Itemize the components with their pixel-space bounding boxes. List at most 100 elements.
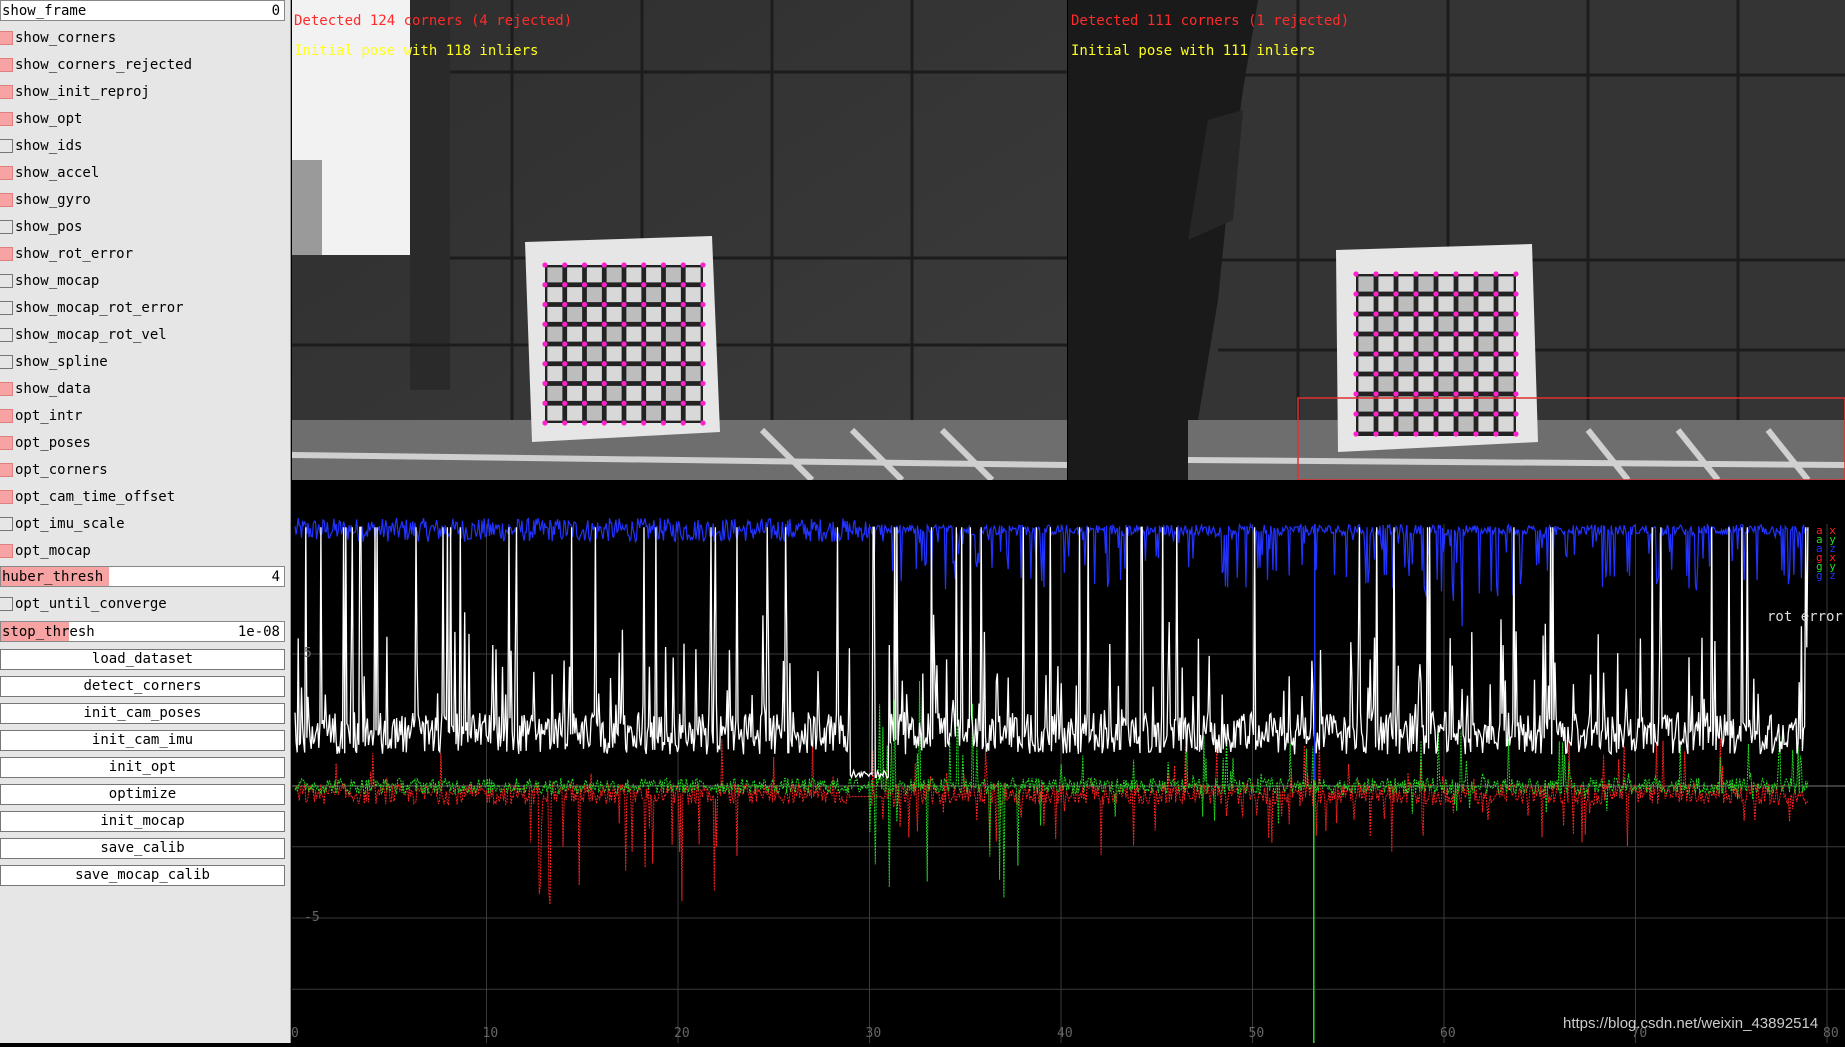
checkbox-box[interactable] xyxy=(0,58,13,72)
checkbox-show-data[interactable]: show_data xyxy=(0,379,285,400)
checkbox-opt-mocap[interactable]: opt_mocap xyxy=(0,541,285,562)
board-tag xyxy=(586,287,602,303)
corner-marker xyxy=(542,321,548,327)
checkbox-box[interactable] xyxy=(0,382,13,396)
checkbox-show-rot-error[interactable]: show_rot_error xyxy=(0,244,285,265)
board-tag xyxy=(646,287,662,303)
checkbox-box[interactable] xyxy=(0,85,13,99)
checkbox-show-mocap[interactable]: show_mocap xyxy=(0,271,285,292)
corner-marker xyxy=(1493,271,1499,277)
board-tag xyxy=(1498,296,1514,312)
checkbox-label: show_data xyxy=(15,381,91,397)
board-tag xyxy=(1358,296,1374,312)
board-tag xyxy=(1398,316,1414,332)
board-tag xyxy=(685,287,701,303)
board-tag xyxy=(1358,356,1374,372)
corner-marker xyxy=(1513,391,1519,397)
save-mocap-calib-button[interactable]: save_mocap_calib xyxy=(0,865,285,886)
checkbox-show-gyro[interactable]: show_gyro xyxy=(0,190,285,211)
board-tag xyxy=(626,385,642,401)
init-cam-poses-button[interactable]: init_cam_poses xyxy=(0,703,285,724)
corner-marker xyxy=(562,400,568,406)
checkbox-label: opt_imu_scale xyxy=(15,516,125,532)
corner-marker xyxy=(581,321,588,327)
board-tag xyxy=(1418,296,1434,312)
checkbox-show-ids[interactable]: show_ids xyxy=(0,136,285,157)
checkbox-show-mocap-rot-vel[interactable]: show_mocap_rot_vel xyxy=(0,325,285,346)
init-mocap-button[interactable]: init_mocap xyxy=(0,811,285,832)
checkbox-box[interactable] xyxy=(0,517,13,531)
plot-canvas xyxy=(292,517,1845,1043)
show-frame-field[interactable]: show_frame 0 xyxy=(0,0,285,21)
checkbox-opt-corners[interactable]: opt_corners xyxy=(0,460,285,481)
init-opt-button[interactable]: init_opt xyxy=(0,757,285,778)
board-tag xyxy=(665,287,681,303)
imu-plot[interactable]: 0 10 20 30 40 50 60 70 80 5 -5 a xa ya zg xg yg z… xyxy=(291,480,1845,1043)
show-frame-value: 0 xyxy=(271,3,280,19)
load-dataset-button[interactable]: load_dataset xyxy=(0,649,285,670)
corner-marker xyxy=(562,301,568,308)
huber-thresh-value: 4 xyxy=(271,569,280,585)
checkbox-opt-intr[interactable]: opt_intr xyxy=(0,406,285,427)
checkbox-box[interactable] xyxy=(0,355,13,369)
checkbox-opt-poses[interactable]: opt_poses xyxy=(0,433,285,454)
stop-thresh-slider[interactable]: stop_thresh 1e-08 xyxy=(0,621,285,642)
board-tag xyxy=(1438,276,1454,292)
checkbox-show-pos[interactable]: show_pos xyxy=(0,217,285,238)
checkbox-box[interactable] xyxy=(0,166,13,180)
corner-marker xyxy=(581,341,588,347)
corner-marker xyxy=(641,341,647,347)
checkbox-box[interactable] xyxy=(0,31,13,45)
checkbox-opt-imu-scale[interactable]: opt_imu_scale xyxy=(0,514,285,535)
checkbox-box[interactable] xyxy=(0,274,13,288)
corner-marker xyxy=(1493,351,1499,357)
board-tag xyxy=(606,306,622,322)
checkbox-box[interactable] xyxy=(0,193,13,207)
board-tag xyxy=(586,385,602,401)
checkbox-box[interactable] xyxy=(0,328,13,342)
detect-corners-button[interactable]: detect_corners xyxy=(0,676,285,697)
checkbox-box[interactable] xyxy=(0,139,13,153)
checkbox-show-opt[interactable]: show_opt xyxy=(0,109,285,130)
checkbox-show-init-reproj[interactable]: show_init_reproj xyxy=(0,82,285,103)
init-cam-imu-button[interactable]: init_cam_imu xyxy=(0,730,285,751)
corner-marker xyxy=(1433,411,1439,417)
corner-marker xyxy=(1513,431,1519,437)
checkbox-label: show_pos xyxy=(15,219,83,235)
checkbox-show-corners-rejected[interactable]: show_corners_rejected xyxy=(0,55,285,76)
checkbox-show-accel[interactable]: show_accel xyxy=(0,163,285,184)
checkbox-label: show_ids xyxy=(15,138,83,154)
checkbox-show-corners[interactable]: show_corners xyxy=(0,28,285,49)
checkbox-box[interactable] xyxy=(0,463,13,477)
board-tag xyxy=(685,267,701,283)
opt-until-converge-checkbox[interactable]: opt_until_converge xyxy=(0,594,285,615)
board-tag xyxy=(1478,416,1494,432)
checkbox-box[interactable] xyxy=(0,490,13,504)
checkbox-box[interactable] xyxy=(0,301,13,315)
checkbox-box[interactable] xyxy=(0,247,13,261)
corner-marker xyxy=(1453,411,1459,417)
checkbox-box[interactable] xyxy=(0,409,13,423)
corner-marker xyxy=(1493,331,1499,337)
corner-marker xyxy=(700,380,706,387)
corner-marker xyxy=(601,361,607,367)
board-tag xyxy=(586,306,602,322)
huber-thresh-slider[interactable]: huber_thresh 4 xyxy=(0,566,285,587)
checkbox-show-spline[interactable]: show_spline xyxy=(0,352,285,373)
save-calib-button[interactable]: save_calib xyxy=(0,838,285,859)
checkbox-box[interactable] xyxy=(0,597,13,611)
optimize-button[interactable]: optimize xyxy=(0,784,285,805)
corner-marker xyxy=(700,301,706,308)
corner-marker xyxy=(1453,431,1459,437)
checkbox-label: show_spline xyxy=(15,354,108,370)
checkbox-label: show_corners xyxy=(15,30,117,46)
checkbox-box[interactable] xyxy=(0,112,13,126)
checkbox-box[interactable] xyxy=(0,436,13,450)
corner-marker xyxy=(1433,391,1439,397)
checkbox-box[interactable] xyxy=(0,220,13,234)
checkbox-show-mocap-rot-error[interactable]: show_mocap_rot_error xyxy=(0,298,285,319)
checkbox-box[interactable] xyxy=(0,544,13,558)
corner-marker xyxy=(680,420,686,426)
checkbox-opt-cam-time-offset[interactable]: opt_cam_time_offset xyxy=(0,487,285,508)
board-tag xyxy=(646,366,662,382)
